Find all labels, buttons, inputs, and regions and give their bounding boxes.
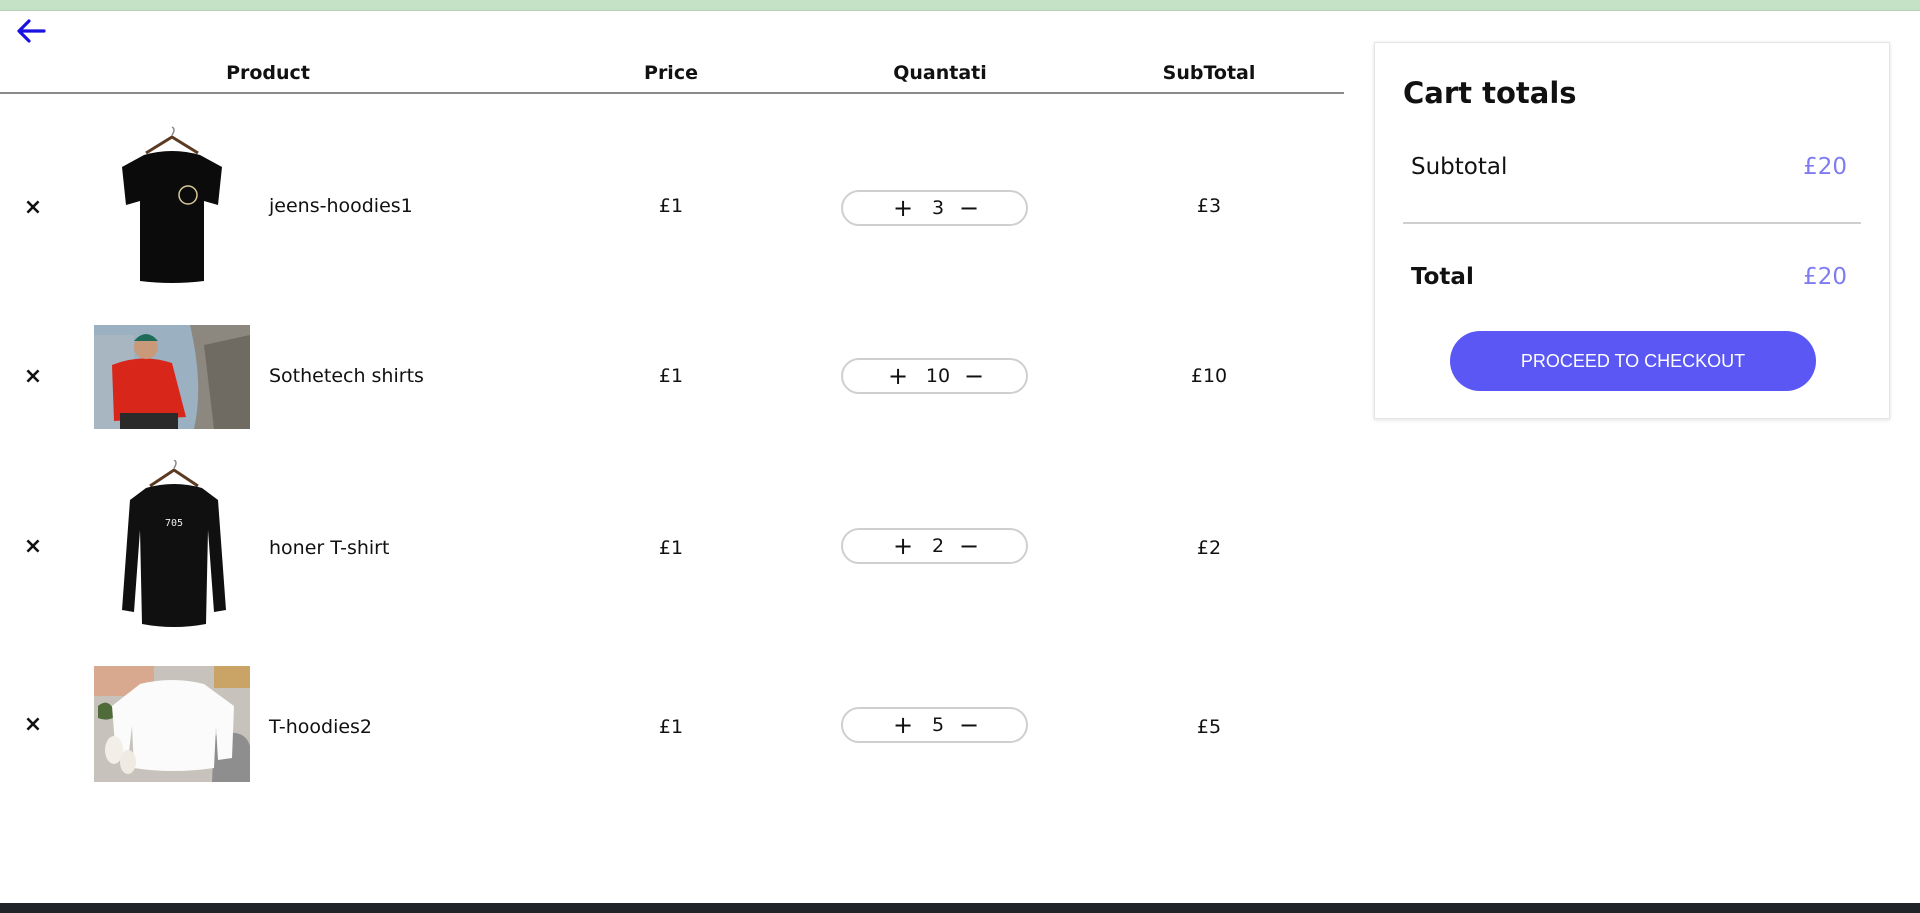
line-subtotal: £3 <box>1196 195 1222 217</box>
back-button[interactable] <box>14 17 48 45</box>
quantity-value: 3 <box>931 197 945 219</box>
remove-item-button[interactable]: × <box>22 714 44 736</box>
header-subtotal: SubTotal <box>1162 62 1256 84</box>
product-price: £1 <box>658 365 684 387</box>
header-quantity: Quantati <box>893 62 987 84</box>
product-name[interactable]: T-hoodies2 <box>269 716 372 738</box>
table-header: Product Price Quantati SubTotal <box>0 55 1344 94</box>
totals-divider <box>1403 222 1861 224</box>
product-price: £1 <box>658 716 684 738</box>
browser-top-strip <box>0 0 1920 11</box>
quantity-stepper: + 2 − <box>841 528 1028 564</box>
product-price: £1 <box>658 195 684 217</box>
product-name[interactable]: Sothetech shirts <box>269 365 424 387</box>
table-row: × Sothetech shirts £1 + 10 − £10 <box>0 325 1344 429</box>
total-label: Total <box>1411 264 1474 290</box>
product-image: 705 <box>94 460 250 630</box>
proceed-to-checkout-button[interactable]: PROCEED TO CHECKOUT <box>1450 331 1816 391</box>
quantity-stepper: + 5 − <box>841 707 1028 743</box>
subtotal-label: Subtotal <box>1411 154 1508 180</box>
header-product: Product <box>226 62 310 84</box>
subtotal-value: £20 <box>1803 154 1847 180</box>
line-subtotal: £5 <box>1196 716 1222 738</box>
remove-item-button[interactable]: × <box>22 366 44 388</box>
cart-table: Product Price Quantati SubTotal × jeens-… <box>0 55 1344 782</box>
product-name[interactable]: honer T-shirt <box>269 537 389 559</box>
taskbar <box>0 903 1920 913</box>
increase-quantity-button[interactable]: + <box>890 195 916 221</box>
decrease-quantity-button[interactable]: − <box>956 712 982 738</box>
product-image <box>94 325 250 429</box>
header-price: Price <box>644 62 698 84</box>
product-price: £1 <box>658 537 684 559</box>
decrease-quantity-button[interactable]: − <box>956 533 982 559</box>
svg-text:705: 705 <box>165 518 183 529</box>
quantity-value: 5 <box>931 714 945 736</box>
line-subtotal: £10 <box>1190 365 1228 387</box>
product-image <box>94 666 250 782</box>
increase-quantity-button[interactable]: + <box>890 533 916 559</box>
quantity-stepper: + 10 − <box>841 358 1028 394</box>
table-row: × jeens-hoodies1 £1 + 3 − £3 <box>0 123 1344 293</box>
arrow-left-icon <box>17 19 46 43</box>
quantity-value: 10 <box>925 365 951 387</box>
cart-totals-panel: Cart totals Subtotal £20 Total £20 PROCE… <box>1374 42 1890 419</box>
cart-totals-title: Cart totals <box>1403 76 1577 110</box>
increase-quantity-button[interactable]: + <box>885 363 911 389</box>
product-image <box>94 123 250 293</box>
table-row: × T-hoodies2 £1 + 5 − £5 <box>0 666 1344 782</box>
decrease-quantity-button[interactable]: − <box>961 363 987 389</box>
decrease-quantity-button[interactable]: − <box>956 195 982 221</box>
remove-item-button[interactable]: × <box>22 536 44 558</box>
quantity-value: 2 <box>931 535 945 557</box>
line-subtotal: £2 <box>1196 537 1222 559</box>
table-row: × 705 honer T-shirt £1 + 2 − £2 <box>0 460 1344 630</box>
remove-item-button[interactable]: × <box>22 197 44 219</box>
quantity-stepper: + 3 − <box>841 190 1028 226</box>
product-name[interactable]: jeens-hoodies1 <box>269 195 413 217</box>
increase-quantity-button[interactable]: + <box>890 712 916 738</box>
total-value: £20 <box>1803 264 1847 290</box>
